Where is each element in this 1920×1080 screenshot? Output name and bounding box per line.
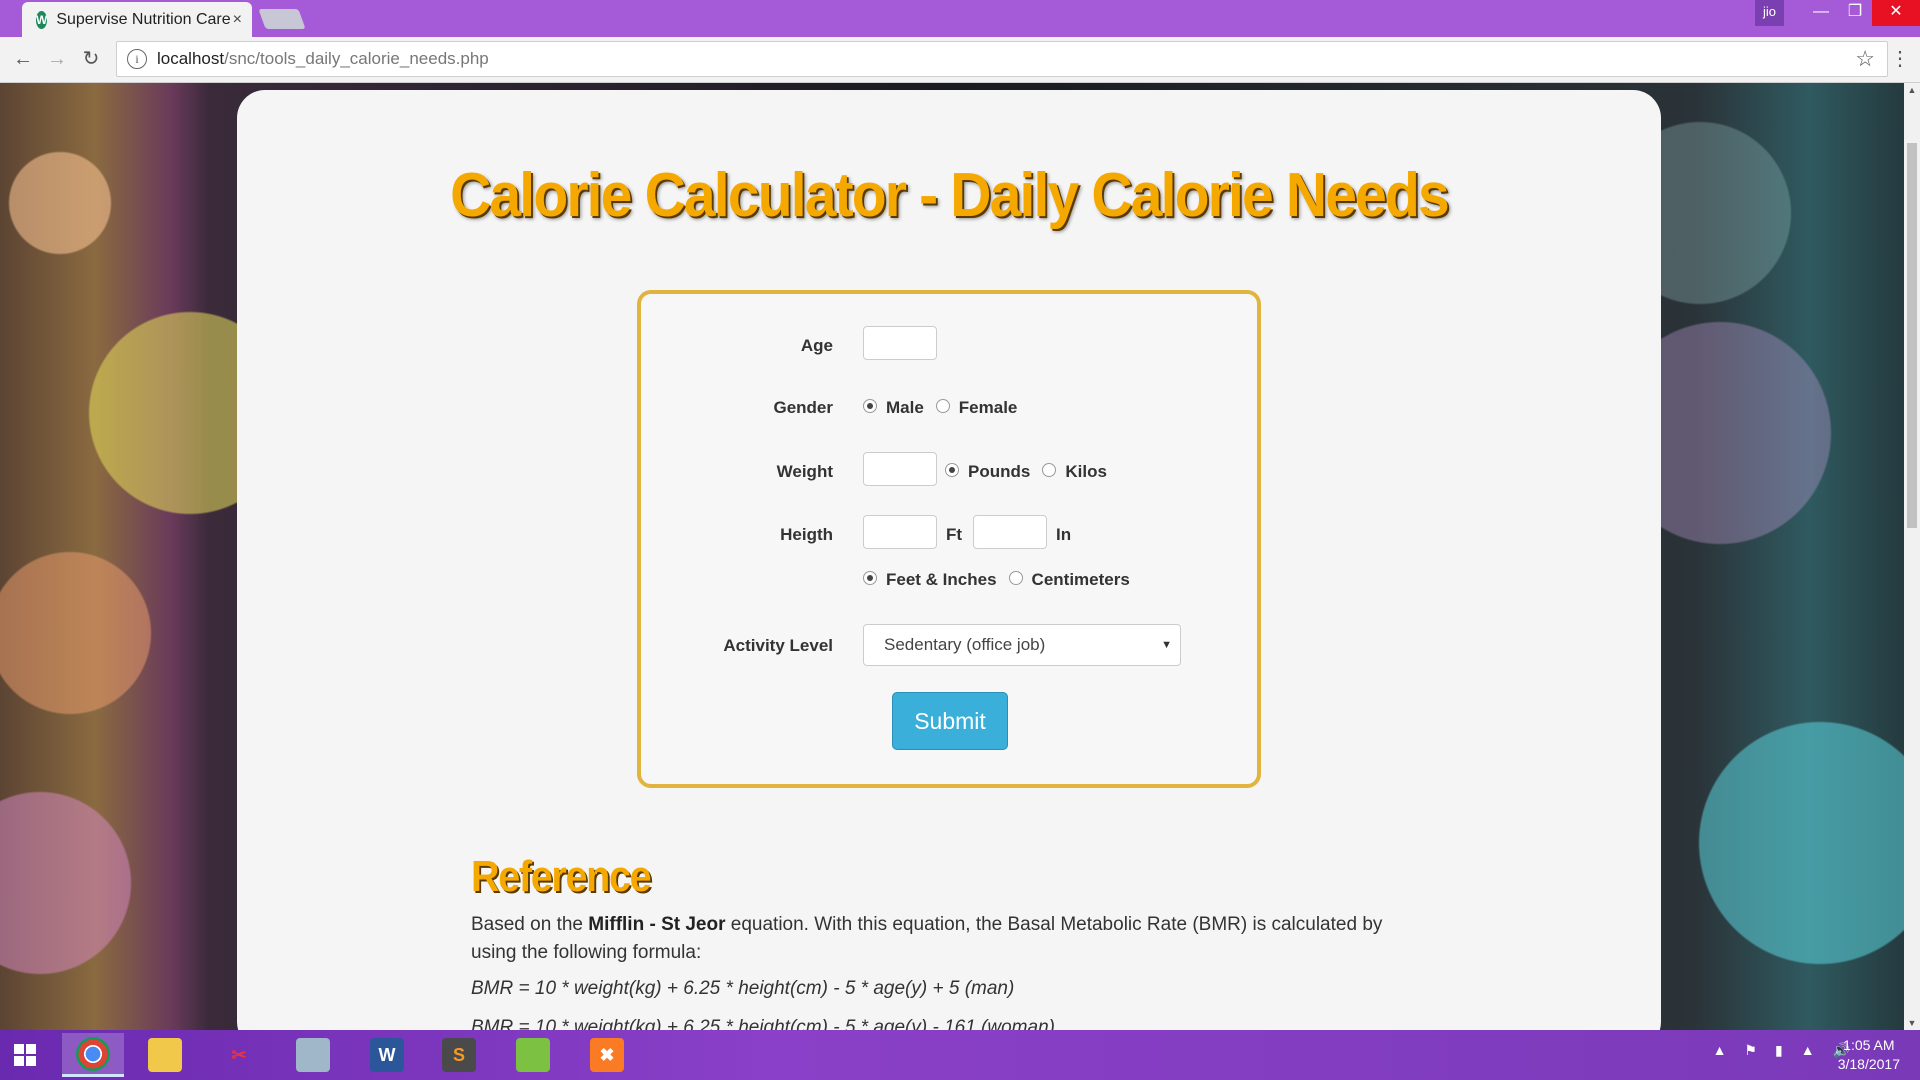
gender-male-label: Male xyxy=(886,398,924,417)
reference-intro: Based on the Mifflin - St Jeor equation.… xyxy=(471,911,1431,967)
taskbar-calculator[interactable] xyxy=(282,1033,344,1077)
calculator-icon xyxy=(296,1038,330,1072)
taskbar-file-explorer[interactable] xyxy=(134,1033,196,1077)
system-tray: ▲ ⚑ ▮ ▲ 🔊 xyxy=(1713,1042,1850,1059)
tab-title: Supervise Nutrition Care xyxy=(56,10,231,28)
window-controls: jio — ❐ ✕ xyxy=(1754,0,1920,26)
site-info-icon[interactable]: i xyxy=(127,49,147,69)
close-window-icon[interactable]: ✕ xyxy=(1872,0,1920,26)
activity-level-label: Activity Level xyxy=(723,636,833,655)
height-centimeters-label: Centimeters xyxy=(1031,570,1130,589)
chrome-icon xyxy=(76,1036,110,1071)
network-signal-icon[interactable]: ▲ xyxy=(1801,1042,1815,1059)
notepad-icon xyxy=(516,1038,550,1072)
reload-icon[interactable]: ↻ xyxy=(78,46,104,72)
radio-unselected-icon[interactable] xyxy=(935,399,950,413)
height-mode-radio-group: Feet & Inches Centimeters xyxy=(863,570,1142,590)
weight-pounds-label: Pounds xyxy=(968,462,1031,481)
scroll-up-icon[interactable]: ▲ xyxy=(1904,85,1920,95)
gender-male-option[interactable]: Male xyxy=(863,398,924,418)
url-path: /snc/tools_daily_calorie_needs.php xyxy=(224,49,489,68)
content-card: Calorie Calculator - Daily Calorie Needs… xyxy=(237,90,1661,1030)
radio-selected-icon[interactable] xyxy=(945,463,959,477)
gender-female-label: Female xyxy=(958,398,1018,417)
clock-time: 1:05 AM xyxy=(1843,1037,1895,1053)
radio-selected-icon[interactable] xyxy=(863,571,877,585)
taskbar-sublime-text[interactable]: S xyxy=(428,1033,490,1077)
windows-start-icon[interactable] xyxy=(14,1044,36,1066)
radio-unselected-icon[interactable] xyxy=(1042,463,1057,477)
weight-kilos-label: Kilos xyxy=(1065,462,1107,481)
scissors-icon: ✂ xyxy=(231,1044,247,1065)
folder-icon xyxy=(148,1038,182,1072)
address-bar[interactable]: i localhost/snc/tools_daily_calorie_need… xyxy=(116,41,1888,77)
browser-menu-icon[interactable]: ⋮ xyxy=(1890,46,1910,71)
formula-man: BMR = 10 * weight(kg) + 6.25 * height(cm… xyxy=(471,978,1015,999)
activity-level-select[interactable]: Sedentary (office job) ▼ xyxy=(863,624,1181,666)
browser-tab-strip: W Supervise Nutrition Care × jio — ❐ ✕ xyxy=(0,0,1920,37)
calorie-form: Age Gender Male Female Weight Pounds Kil… xyxy=(637,290,1261,788)
taskbar-clock[interactable]: 1:05 AM 3/18/2017 xyxy=(1838,1036,1900,1074)
gender-radio-group: Male Female xyxy=(863,398,1029,418)
height-feet-unit: Ft xyxy=(946,525,963,544)
submit-button[interactable]: Submit xyxy=(892,692,1008,750)
page-scrollbar[interactable]: ▲ ▼ xyxy=(1904,83,1920,1030)
xampp-icon: ✖ xyxy=(590,1038,624,1072)
scroll-down-icon[interactable]: ▼ xyxy=(1904,1018,1920,1028)
height-label: Heigth xyxy=(780,525,833,544)
height-inches-input[interactable] xyxy=(973,515,1047,549)
reference-heading: Reference xyxy=(471,852,652,901)
new-tab-button[interactable] xyxy=(258,9,306,29)
activity-level-value: Sedentary (office job) xyxy=(884,635,1046,654)
tab-close-icon[interactable]: × xyxy=(231,11,244,29)
taskbar-chrome[interactable] xyxy=(62,1033,124,1077)
equation-name: Mifflin - St Jeor xyxy=(588,914,726,935)
back-arrow-icon[interactable]: ← xyxy=(10,46,36,72)
restore-icon[interactable]: ❐ xyxy=(1838,0,1872,26)
age-label: Age xyxy=(800,336,833,355)
formula-woman: BMR = 10 * weight(kg) + 6.25 * height(cm… xyxy=(471,1017,1055,1030)
weight-unit-radio-group: Pounds Kilos xyxy=(945,462,1119,482)
taskbar-notepad-plus[interactable] xyxy=(502,1033,564,1077)
weight-kilos-option[interactable]: Kilos xyxy=(1042,462,1107,482)
minimize-icon[interactable]: — xyxy=(1804,0,1838,26)
age-input[interactable] xyxy=(863,326,937,360)
site-favicon-icon: W xyxy=(36,10,48,29)
url-host: localhost xyxy=(157,49,225,68)
weight-pounds-option[interactable]: Pounds xyxy=(945,462,1030,482)
height-inches-unit: In xyxy=(1056,525,1072,544)
page-viewport: Calorie Calculator - Daily Calorie Needs… xyxy=(0,83,1904,1030)
page-title: Calorie Calculator - Daily Calorie Needs xyxy=(450,161,1450,230)
clock-date: 3/18/2017 xyxy=(1837,1056,1900,1072)
height-feet-inches-label: Feet & Inches xyxy=(886,570,997,589)
radio-unselected-icon[interactable] xyxy=(1008,571,1023,585)
action-flag-icon[interactable]: ⚑ xyxy=(1744,1042,1757,1059)
gender-label: Gender xyxy=(773,398,833,417)
windows-taskbar: ✂ W S ✖ ▲ ⚑ ▮ ▲ 🔊 1:05 AM 3/18/2017 xyxy=(0,1030,1920,1080)
gender-female-option[interactable]: Female xyxy=(935,398,1018,418)
height-feet-inches-option[interactable]: Feet & Inches xyxy=(863,570,997,590)
height-centimeters-option[interactable]: Centimeters xyxy=(1008,570,1130,590)
show-hidden-icons-icon[interactable]: ▲ xyxy=(1713,1042,1727,1059)
radio-selected-icon[interactable] xyxy=(863,399,877,413)
bookmark-star-icon[interactable]: ☆ xyxy=(1855,46,1875,72)
scrollbar-thumb[interactable] xyxy=(1907,143,1917,528)
taskbar-snipping-tool[interactable]: ✂ xyxy=(208,1033,270,1077)
weight-label: Weight xyxy=(776,462,833,481)
sublime-text-icon: S xyxy=(442,1038,476,1072)
browser-toolbar: ← → ↻ i localhost/snc/tools_daily_calori… xyxy=(0,37,1920,83)
reference-intro-text: Based on the xyxy=(471,914,589,935)
taskbar-word[interactable]: W xyxy=(356,1033,418,1077)
browser-tab[interactable]: W Supervise Nutrition Care × xyxy=(22,2,252,37)
forward-arrow-icon[interactable]: → xyxy=(44,46,70,72)
taskbar-xampp[interactable]: ✖ xyxy=(576,1033,638,1077)
battery-icon[interactable]: ▮ xyxy=(1775,1042,1783,1059)
weight-input[interactable] xyxy=(863,452,937,486)
profile-badge[interactable]: jio xyxy=(1754,0,1784,26)
word-icon: W xyxy=(370,1038,404,1072)
height-feet-input[interactable] xyxy=(863,515,937,549)
chevron-down-icon: ▼ xyxy=(1161,639,1172,651)
